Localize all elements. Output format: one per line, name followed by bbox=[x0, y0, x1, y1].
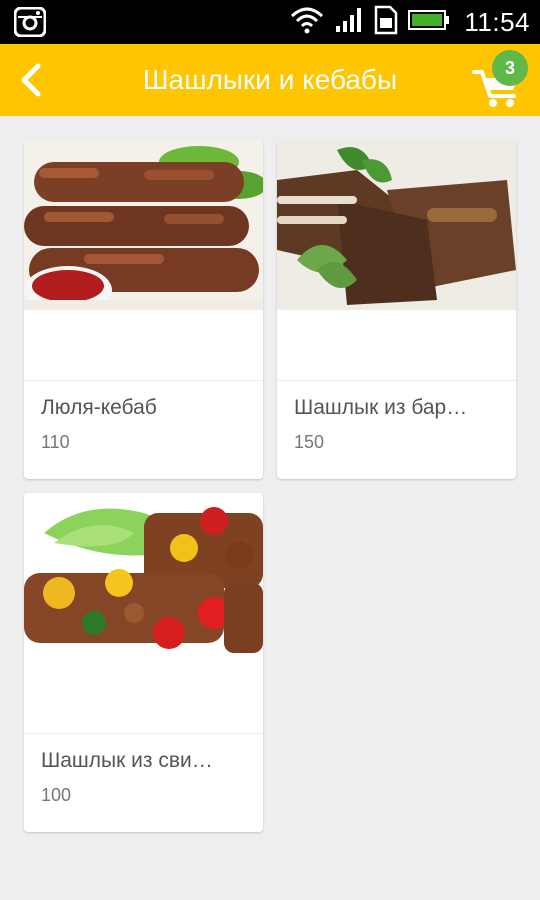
lamb-chops-photo bbox=[277, 140, 516, 310]
status-bar: 11:54 bbox=[0, 0, 540, 44]
pork-skewers-photo bbox=[24, 493, 263, 663]
signal-icon bbox=[334, 6, 364, 39]
cart-button[interactable]: 3 bbox=[468, 50, 532, 110]
app-bar: Шашлыки и кебабы 3 bbox=[0, 44, 540, 116]
product-name: Люля-кебаб bbox=[41, 396, 157, 419]
battery-icon bbox=[408, 8, 450, 37]
status-time: 11:54 bbox=[464, 6, 530, 37]
lyulya-kebab-photo bbox=[24, 140, 263, 310]
product-name: Шашлык из бар… bbox=[294, 396, 468, 419]
product-card[interactable]: Шашлык из бар… 150 bbox=[277, 140, 516, 479]
product-name: Шашлык из сви… bbox=[41, 749, 213, 772]
wifi-icon bbox=[290, 6, 324, 39]
chevron-left-icon bbox=[8, 63, 60, 110]
product-price: 100 bbox=[41, 785, 72, 805]
card-divider bbox=[277, 380, 516, 381]
product-card[interactable]: Люля-кебаб 110 bbox=[24, 140, 263, 479]
product-card[interactable]: Шашлык из сви… 100 bbox=[24, 493, 263, 832]
sim-icon bbox=[374, 5, 398, 40]
instagram-icon bbox=[13, 6, 47, 38]
product-price: 110 bbox=[41, 432, 70, 452]
cart-count-badge: 3 bbox=[492, 50, 528, 86]
card-divider bbox=[24, 380, 263, 381]
product-price: 150 bbox=[294, 432, 325, 452]
card-divider bbox=[24, 733, 263, 734]
page-title: Шашлыки и кебабы bbox=[142, 64, 398, 95]
back-button[interactable] bbox=[8, 54, 60, 106]
